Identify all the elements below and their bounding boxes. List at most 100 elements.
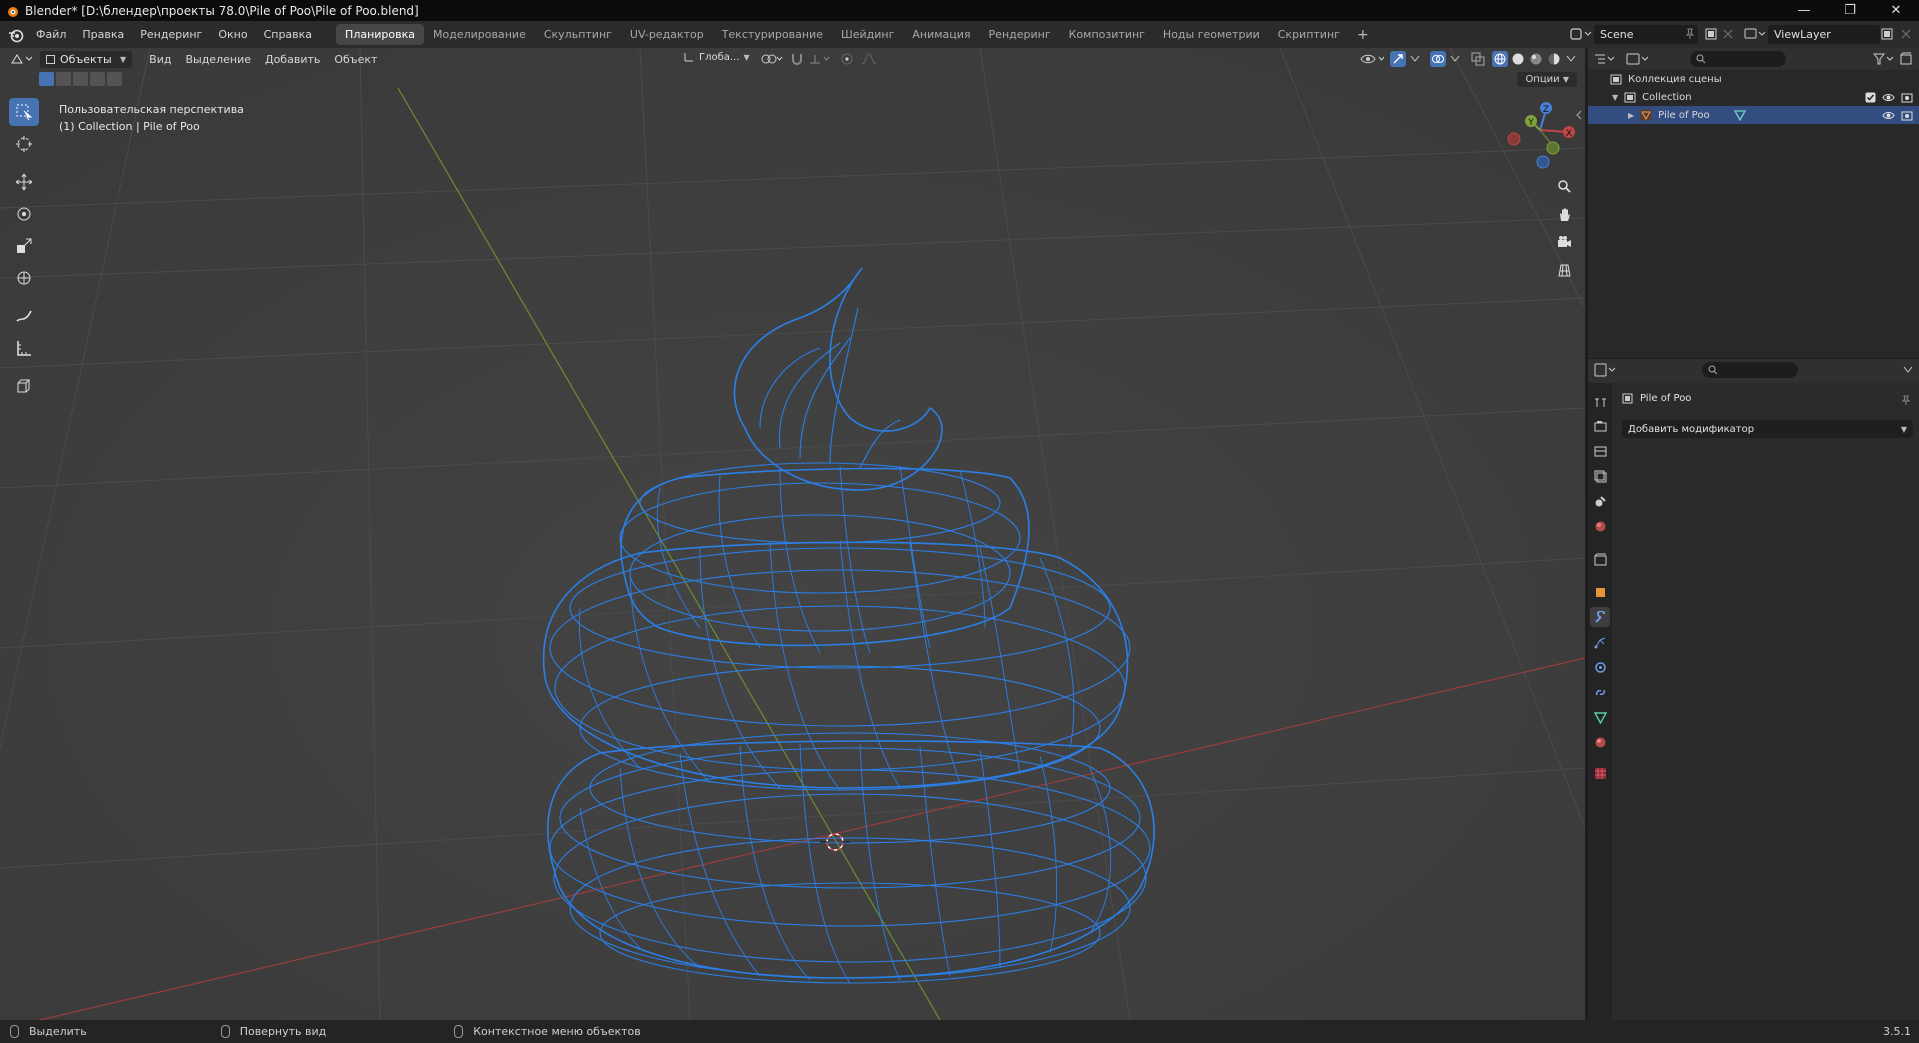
scene-selector[interactable]: Scene xyxy=(1594,25,1698,44)
measure-tool[interactable] xyxy=(9,334,39,362)
tab-texture-paint[interactable]: Текстурирование xyxy=(713,24,832,45)
add-menu[interactable]: Добавить xyxy=(258,53,327,66)
tab-physics[interactable] xyxy=(1590,657,1610,677)
chevron-down-icon[interactable] xyxy=(1903,366,1913,374)
solid-shading-icon[interactable] xyxy=(1510,51,1526,67)
new-view-layer-icon[interactable] xyxy=(1880,27,1894,41)
eye-icon[interactable] xyxy=(1882,92,1895,103)
rotate-tool[interactable] xyxy=(9,200,39,228)
menu-edit[interactable]: Правка xyxy=(74,28,132,41)
menu-file[interactable]: Файл xyxy=(28,28,74,41)
blender-logo-icon[interactable] xyxy=(8,27,24,43)
gizmo-neg-y-handle[interactable] xyxy=(1546,141,1560,155)
zoom-button[interactable] xyxy=(1552,174,1576,198)
tab-texture[interactable] xyxy=(1590,763,1610,783)
transform-tool[interactable] xyxy=(9,264,39,292)
tab-data[interactable] xyxy=(1590,707,1610,727)
xray-toggle-icon[interactable] xyxy=(1470,51,1486,67)
minimize-button[interactable]: — xyxy=(1781,0,1827,21)
new-scene-icon[interactable] xyxy=(1704,27,1718,41)
tab-view-layer[interactable] xyxy=(1590,466,1610,486)
scene-type-icon[interactable] xyxy=(1570,27,1592,41)
gizmo-toggle-icon[interactable] xyxy=(1390,51,1406,67)
expand-arrow-icon[interactable]: ▼ xyxy=(1612,93,1618,102)
tab-compositing[interactable]: Композитинг xyxy=(1060,24,1154,45)
select-subtract-icon[interactable] xyxy=(73,72,88,86)
material-shading-icon[interactable] xyxy=(1528,51,1544,67)
properties-search-field[interactable] xyxy=(1702,362,1798,378)
snap-icon[interactable] xyxy=(790,52,804,66)
move-tool[interactable] xyxy=(9,168,39,196)
close-button[interactable]: ✕ xyxy=(1873,0,1919,21)
view-menu[interactable]: Вид xyxy=(142,53,178,66)
snap-target-icon[interactable] xyxy=(808,52,832,66)
tab-material[interactable] xyxy=(1590,732,1610,752)
select-menu[interactable]: Выделение xyxy=(178,53,258,66)
tab-collection[interactable] xyxy=(1590,549,1610,569)
object-mode-select[interactable]: Объекты ▼ xyxy=(40,50,133,68)
expand-arrow-icon[interactable]: ▶ xyxy=(1628,111,1634,120)
cursor-tool[interactable] xyxy=(9,130,39,158)
scale-tool[interactable] xyxy=(9,232,39,260)
menu-window[interactable]: Окно xyxy=(210,28,255,41)
tab-scripting[interactable]: Скриптинг xyxy=(1269,24,1349,45)
tab-modeling[interactable]: Моделирование xyxy=(424,24,535,45)
tab-world[interactable] xyxy=(1590,516,1610,536)
shading-dropdown-icon[interactable] xyxy=(1566,55,1576,63)
maximize-button[interactable]: ❐ xyxy=(1827,0,1873,21)
tab-rendering[interactable]: Рендеринг xyxy=(980,24,1060,45)
pivot-point-icon[interactable] xyxy=(760,52,784,66)
annotate-tool[interactable] xyxy=(9,302,39,330)
viewport-canvas[interactable]: Z X Y xyxy=(0,48,1585,1020)
object-menu[interactable]: Объект xyxy=(327,53,384,66)
menu-help[interactable]: Справка xyxy=(256,28,320,41)
ortho-toggle-button[interactable] xyxy=(1552,258,1576,282)
3d-viewport[interactable]: Z X Y Объекты ▼ Вид Выделение Добавить О… xyxy=(0,48,1585,1020)
camera-view-button[interactable] xyxy=(1552,230,1576,254)
tab-layout[interactable]: Планировка xyxy=(336,24,425,45)
delete-scene-icon[interactable] xyxy=(1722,28,1734,40)
pan-button[interactable] xyxy=(1552,202,1576,226)
wireframe-shading-icon[interactable] xyxy=(1492,51,1508,67)
falloff-icon[interactable] xyxy=(860,52,884,66)
transform-orientation-select[interactable]: Глоба... ▼ xyxy=(683,51,750,63)
tab-tool[interactable] xyxy=(1590,391,1610,411)
overlays-dropdown-icon[interactable] xyxy=(1450,55,1460,63)
tab-uv-editing[interactable]: UV-редактор xyxy=(621,24,713,45)
mesh-data-icon[interactable] xyxy=(1733,109,1746,121)
exclude-checkbox-icon[interactable] xyxy=(1865,92,1876,103)
delete-view-layer-icon[interactable] xyxy=(1900,28,1912,40)
gizmo-dropdown-icon[interactable] xyxy=(1410,55,1420,63)
tab-animation[interactable]: Анимация xyxy=(903,24,979,45)
tab-modifiers[interactable] xyxy=(1590,607,1610,627)
select-box-tool[interactable] xyxy=(9,98,39,126)
properties-editor-type-icon[interactable] xyxy=(1594,363,1618,377)
options-dropdown[interactable]: Опции ▼ xyxy=(1517,72,1577,87)
view-layer-selector[interactable]: ViewLayer xyxy=(1768,25,1880,44)
select-new-icon[interactable] xyxy=(39,72,54,86)
outliner-panel[interactable]: Коллекция сцены ▼ Collection ▶ Pile of P… xyxy=(1588,48,1919,358)
tab-output[interactable] xyxy=(1590,441,1610,461)
add-modifier-dropdown[interactable]: Добавить модификатор ▼ xyxy=(1622,420,1913,438)
pin-icon[interactable] xyxy=(1684,28,1696,40)
proportional-edit-icon[interactable] xyxy=(840,52,854,66)
filter-icon[interactable] xyxy=(1873,52,1895,66)
tab-geometry-nodes[interactable]: Ноды геометрии xyxy=(1154,24,1269,45)
eye-icon[interactable] xyxy=(1882,110,1895,121)
select-intersect-icon[interactable] xyxy=(107,72,122,86)
overlays-toggle-icon[interactable] xyxy=(1430,51,1446,67)
editor-type-icon[interactable] xyxy=(10,52,34,66)
sidebar-toggle-icon[interactable] xyxy=(1575,110,1583,120)
display-mode-icon[interactable] xyxy=(1626,52,1650,66)
add-workspace-button[interactable]: + xyxy=(1349,27,1377,43)
tab-shading[interactable]: Шейдинг xyxy=(832,24,903,45)
view-layer-type-icon[interactable] xyxy=(1744,27,1766,41)
menu-render[interactable]: Рендеринг xyxy=(132,28,210,41)
outliner-search-field[interactable] xyxy=(1690,51,1786,67)
tab-sculpting[interactable]: Скульптинг xyxy=(535,24,621,45)
gizmo-neg-z-handle[interactable] xyxy=(1536,155,1550,169)
outliner-scene-collection-row[interactable]: Коллекция сцены xyxy=(1588,70,1919,88)
tab-render[interactable] xyxy=(1590,416,1610,436)
tab-object[interactable] xyxy=(1590,582,1610,602)
tab-scene[interactable] xyxy=(1590,491,1610,511)
